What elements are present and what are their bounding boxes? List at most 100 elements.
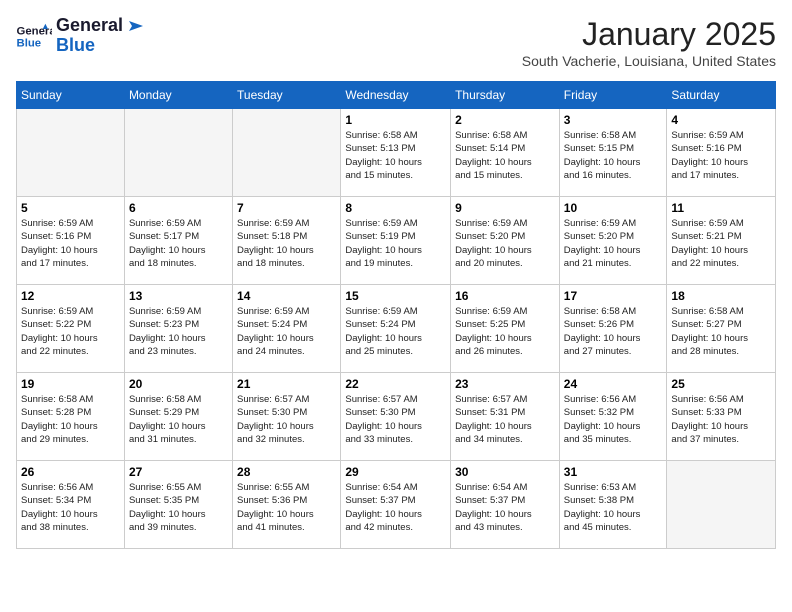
table-row: 31 Sunrise: 6:53 AMSunset: 5:38 PMDayligh… — [559, 461, 667, 549]
day-info: Sunrise: 6:54 AMSunset: 5:37 PMDaylight:… — [455, 481, 555, 534]
day-info: Sunrise: 6:59 AMSunset: 5:20 PMDaylight:… — [455, 217, 555, 270]
day-number: 5 — [21, 201, 120, 215]
day-info: Sunrise: 6:58 AMSunset: 5:27 PMDaylight:… — [671, 305, 771, 358]
table-row: 22 Sunrise: 6:57 AMSunset: 5:30 PMDayligh… — [341, 373, 451, 461]
table-row: 27 Sunrise: 6:55 AMSunset: 5:35 PMDayligh… — [124, 461, 232, 549]
day-number: 7 — [237, 201, 336, 215]
day-info: Sunrise: 6:56 AMSunset: 5:33 PMDaylight:… — [671, 393, 771, 446]
day-number: 26 — [21, 465, 120, 479]
logo-icon: General Blue — [16, 22, 52, 50]
day-number: 6 — [129, 201, 228, 215]
table-row: 10Sunrise: 6:59 AMSunset: 5:20 PMDayligh… — [559, 197, 667, 285]
main-container: General Blue General Blue January 2025 S… — [0, 0, 792, 557]
table-row: 16 Sunrise: 6:59 AMSunset: 5:25 PMDayligh… — [451, 285, 560, 373]
day-info: Sunrise: 6:59 AMSunset: 5:21 PMDaylight:… — [671, 217, 771, 270]
table-row: 12Sunrise: 6:59 AMSunset: 5:22 PMDayligh… — [17, 285, 125, 373]
table-row: 3 Sunrise: 6:58 AMSunset: 5:15 PMDaylight… — [559, 109, 667, 197]
day-info: Sunrise: 6:59 AMSunset: 5:22 PMDaylight:… — [21, 305, 120, 358]
day-number: 31 — [564, 465, 663, 479]
day-info: Sunrise: 6:58 AMSunset: 5:13 PMDaylight:… — [345, 129, 446, 182]
day-number: 2 — [455, 113, 555, 127]
table-row: 20 Sunrise: 6:58 AMSunset: 5:29 PMDayligh… — [124, 373, 232, 461]
day-number: 30 — [455, 465, 555, 479]
table-row: 30 Sunrise: 6:54 AMSunset: 5:37 PMDayligh… — [451, 461, 560, 549]
day-number: 21 — [237, 377, 336, 391]
day-number: 1 — [345, 113, 446, 127]
table-row: 7 Sunrise: 6:59 AMSunset: 5:18 PMDaylight… — [233, 197, 341, 285]
table-row — [233, 109, 341, 197]
table-row: 18Sunrise: 6:58 AMSunset: 5:27 PMDayligh… — [667, 285, 776, 373]
table-row: 13 Sunrise: 6:59 AMSunset: 5:23 PMDayligh… — [124, 285, 232, 373]
table-row: 29Sunrise: 6:54 AMSunset: 5:37 PMDayligh… — [341, 461, 451, 549]
day-info: Sunrise: 6:56 AMSunset: 5:34 PMDaylight:… — [21, 481, 120, 534]
table-row: 25Sunrise: 6:56 AMSunset: 5:33 PMDayligh… — [667, 373, 776, 461]
calendar-week-2: 5 Sunrise: 6:59 AMSunset: 5:16 PMDaylight… — [17, 197, 776, 285]
day-number: 27 — [129, 465, 228, 479]
table-row: 28 Sunrise: 6:55 AMSunset: 5:36 PMDayligh… — [233, 461, 341, 549]
weekday-header-row: Sunday Monday Tuesday Wednesday Thursday… — [17, 82, 776, 109]
day-info: Sunrise: 6:59 AMSunset: 5:17 PMDaylight:… — [129, 217, 228, 270]
day-info: Sunrise: 6:59 AMSunset: 5:19 PMDaylight:… — [345, 217, 446, 270]
day-info: Sunrise: 6:59 AMSunset: 5:16 PMDaylight:… — [671, 129, 771, 182]
day-info: Sunrise: 6:59 AMSunset: 5:23 PMDaylight:… — [129, 305, 228, 358]
logo-arrow-icon — [125, 19, 143, 33]
day-info: Sunrise: 6:55 AMSunset: 5:36 PMDaylight:… — [237, 481, 336, 534]
header-wednesday: Wednesday — [341, 82, 451, 109]
day-number: 22 — [345, 377, 446, 391]
day-number: 23 — [455, 377, 555, 391]
day-number: 11 — [671, 201, 771, 215]
table-row: 15 Sunrise: 6:59 AMSunset: 5:24 PMDayligh… — [341, 285, 451, 373]
day-number: 20 — [129, 377, 228, 391]
day-info: Sunrise: 6:57 AMSunset: 5:30 PMDaylight:… — [345, 393, 446, 446]
day-info: Sunrise: 6:58 AMSunset: 5:28 PMDaylight:… — [21, 393, 120, 446]
table-row — [17, 109, 125, 197]
table-row — [124, 109, 232, 197]
location: South Vacherie, Louisiana, United States — [522, 53, 776, 69]
calendar-week-3: 12Sunrise: 6:59 AMSunset: 5:22 PMDayligh… — [17, 285, 776, 373]
day-number: 13 — [129, 289, 228, 303]
table-row: 17Sunrise: 6:58 AMSunset: 5:26 PMDayligh… — [559, 285, 667, 373]
table-row: 6 Sunrise: 6:59 AMSunset: 5:17 PMDaylight… — [124, 197, 232, 285]
table-row: 9 Sunrise: 6:59 AMSunset: 5:20 PMDaylight… — [451, 197, 560, 285]
day-info: Sunrise: 6:58 AMSunset: 5:29 PMDaylight:… — [129, 393, 228, 446]
table-row: 11 Sunrise: 6:59 AMSunset: 5:21 PMDayligh… — [667, 197, 776, 285]
day-number: 4 — [671, 113, 771, 127]
day-number: 15 — [345, 289, 446, 303]
day-number: 17 — [564, 289, 663, 303]
header-saturday: Saturday — [667, 82, 776, 109]
day-number: 28 — [237, 465, 336, 479]
header-friday: Friday — [559, 82, 667, 109]
table-row: 14Sunrise: 6:59 AMSunset: 5:24 PMDayligh… — [233, 285, 341, 373]
day-number: 10 — [564, 201, 663, 215]
day-info: Sunrise: 6:59 AMSunset: 5:25 PMDaylight:… — [455, 305, 555, 358]
logo-general: General — [56, 16, 143, 36]
day-info: Sunrise: 6:59 AMSunset: 5:24 PMDaylight:… — [345, 305, 446, 358]
table-row: 23 Sunrise: 6:57 AMSunset: 5:31 PMDayligh… — [451, 373, 560, 461]
table-row: 26 Sunrise: 6:56 AMSunset: 5:34 PMDayligh… — [17, 461, 125, 549]
calendar-body: 1 Sunrise: 6:58 AMSunset: 5:13 PMDaylight… — [17, 109, 776, 549]
table-row: 4 Sunrise: 6:59 AMSunset: 5:16 PMDaylight… — [667, 109, 776, 197]
day-info: Sunrise: 6:59 AMSunset: 5:16 PMDaylight:… — [21, 217, 120, 270]
day-info: Sunrise: 6:59 AMSunset: 5:18 PMDaylight:… — [237, 217, 336, 270]
calendar-table: Sunday Monday Tuesday Wednesday Thursday… — [16, 81, 776, 549]
day-info: Sunrise: 6:58 AMSunset: 5:14 PMDaylight:… — [455, 129, 555, 182]
day-info: Sunrise: 6:54 AMSunset: 5:37 PMDaylight:… — [345, 481, 446, 534]
svg-text:Blue: Blue — [17, 37, 42, 49]
table-row: 1 Sunrise: 6:58 AMSunset: 5:13 PMDaylight… — [341, 109, 451, 197]
calendar-week-5: 26 Sunrise: 6:56 AMSunset: 5:34 PMDayligh… — [17, 461, 776, 549]
day-info: Sunrise: 6:55 AMSunset: 5:35 PMDaylight:… — [129, 481, 228, 534]
day-number: 19 — [21, 377, 120, 391]
header: General Blue General Blue January 2025 S… — [16, 16, 776, 69]
day-info: Sunrise: 6:57 AMSunset: 5:31 PMDaylight:… — [455, 393, 555, 446]
day-info: Sunrise: 6:53 AMSunset: 5:38 PMDaylight:… — [564, 481, 663, 534]
table-row: 24Sunrise: 6:56 AMSunset: 5:32 PMDayligh… — [559, 373, 667, 461]
day-number: 3 — [564, 113, 663, 127]
day-number: 16 — [455, 289, 555, 303]
calendar-week-4: 19 Sunrise: 6:58 AMSunset: 5:28 PMDayligh… — [17, 373, 776, 461]
header-tuesday: Tuesday — [233, 82, 341, 109]
logo-blue: Blue — [56, 36, 143, 56]
logo: General Blue General Blue — [16, 16, 143, 56]
day-number: 9 — [455, 201, 555, 215]
day-info: Sunrise: 6:57 AMSunset: 5:30 PMDaylight:… — [237, 393, 336, 446]
day-info: Sunrise: 6:58 AMSunset: 5:15 PMDaylight:… — [564, 129, 663, 182]
